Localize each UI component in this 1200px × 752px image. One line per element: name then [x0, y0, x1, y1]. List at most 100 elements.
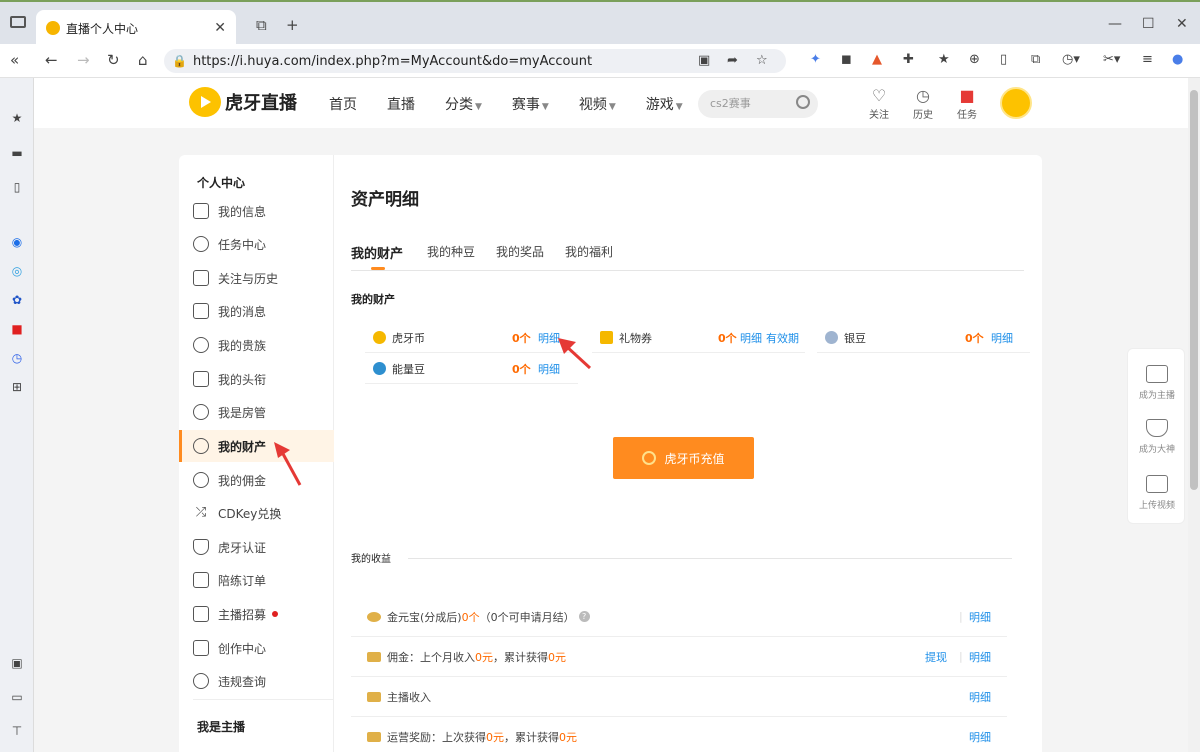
nav-item-video[interactable]: 视频 ▼ [579, 94, 616, 114]
sidebar-folder-icon[interactable]: ▬ [10, 146, 24, 160]
asset-expiry-link[interactable]: 有效期 [766, 330, 799, 346]
menu-item-commission[interactable]: 我的佣金 [179, 464, 334, 496]
tab-close-icon[interactable]: ✕ [214, 20, 226, 36]
menu-item-cdkey[interactable]: ⤮ CDKey兑换 [179, 497, 334, 529]
history-button[interactable]: ◷ 历史 [908, 86, 938, 121]
sidebar-favorites-icon[interactable]: ★ [10, 111, 24, 125]
extensions-icon[interactable]: ✚ [903, 52, 914, 67]
menu-item-coach-orders[interactable]: 陪练订单 [179, 564, 334, 596]
menu-item-noble[interactable]: 我的贵族 [179, 329, 334, 361]
tab-my-benefits[interactable]: 我的福利 [565, 243, 613, 260]
page-scrollbar[interactable] [1188, 78, 1200, 752]
home-icon[interactable]: ⌂ [138, 51, 148, 69]
nav-item-games[interactable]: 游戏 ▼ [646, 94, 683, 114]
menu-item-recruit[interactable]: 主播招募 [179, 598, 334, 630]
url-field[interactable]: 🔒 https://i.huya.com/index.php?m=MyAccou… [164, 49, 786, 73]
menu-item-tasks[interactable]: 任务中心 [179, 228, 334, 260]
menu-item-follow-history[interactable]: 关注与历史 [179, 262, 334, 294]
asset-detail-link[interactable]: 明细 [991, 330, 1013, 346]
menu-item-verification[interactable]: 虎牙认证 [179, 531, 334, 563]
browser-tab[interactable]: 直播个人中心 ✕ [36, 10, 236, 46]
huya-logo[interactable]: 虎牙直播 [189, 87, 297, 117]
maximize-icon[interactable]: ☐ [1142, 16, 1155, 32]
asset-energy-bean: 能量豆 0个 明细 [365, 354, 578, 384]
user-profile-icon[interactable]: ● [1172, 52, 1183, 67]
withdraw-link[interactable]: 提现 [925, 649, 947, 665]
money-icon [367, 731, 381, 742]
search-input[interactable]: cs2赛事 [698, 90, 818, 118]
become-master-button[interactable]: 成为大神 [1128, 419, 1186, 455]
scrollbar-thumb[interactable] [1190, 90, 1198, 490]
income-detail-link[interactable]: 明细 [969, 649, 991, 665]
income-detail-link[interactable]: 明细 [969, 729, 991, 745]
edit-icon [193, 640, 209, 656]
menu-item-titles[interactable]: 我的头衔 [179, 363, 334, 395]
menu-icon[interactable]: ≡ [1142, 52, 1153, 67]
gift-icon: ■ [959, 86, 975, 105]
ai-extension-icon[interactable]: ✦ [810, 52, 821, 67]
tab-my-assets[interactable]: 我的财产 [351, 243, 403, 262]
mobile-icon[interactable]: ▯ [1000, 52, 1007, 67]
minimize-icon[interactable]: — [1108, 16, 1122, 32]
sidebar-clock-app-icon[interactable]: ◷ [10, 351, 24, 365]
tab-my-prizes[interactable]: 我的奖品 [496, 243, 544, 260]
reader-icon[interactable]: ▣ [698, 53, 710, 68]
badge-icon [193, 371, 209, 387]
sidebar-app-4-icon[interactable]: ■ [10, 322, 24, 336]
copy-icon[interactable]: ⧉ [1031, 52, 1040, 67]
income-detail-link[interactable]: 明细 [969, 689, 991, 705]
task-button[interactable]: ■ 任务 [952, 86, 982, 121]
menu-item-my-assets[interactable]: 我的财产 [179, 430, 334, 462]
window-icon[interactable] [10, 16, 26, 28]
screenshot-icon[interactable]: ✂▾ [1103, 52, 1120, 67]
collapse-sidebar-icon[interactable]: « [10, 51, 19, 69]
menu-item-room-admin[interactable]: 我是房管 [179, 396, 334, 428]
reload-icon[interactable]: ↻ [107, 51, 120, 69]
menu-item-violations[interactable]: 违规查询 [179, 665, 334, 697]
active-tab-indicator [371, 267, 385, 270]
share-icon[interactable]: ➦ [727, 53, 738, 68]
asset-detail-link[interactable]: 明细 [740, 330, 762, 346]
nav-item-home[interactable]: 首页 [329, 94, 357, 114]
extension-2-icon[interactable]: ▲ [872, 52, 882, 67]
extension-1-icon[interactable]: ◼ [841, 52, 852, 67]
back-icon[interactable]: ← [45, 51, 58, 69]
sidebar-mobile-icon[interactable]: ▯ [10, 180, 24, 194]
sidebar-add-icon[interactable]: ⊞ [10, 380, 24, 394]
sidebar-pin-icon[interactable]: ⊤ [10, 724, 24, 738]
menu-item-my-info[interactable]: 我的信息 [179, 195, 334, 227]
upload-video-button[interactable]: 上传视频 [1128, 475, 1186, 511]
gold-ingot-icon [367, 611, 381, 622]
menu-item-messages[interactable]: 我的消息 [179, 295, 334, 327]
tab-group-icon[interactable]: ⧉ [256, 16, 267, 34]
nav-item-live[interactable]: 直播 [387, 94, 415, 114]
income-detail-link[interactable]: 明细 [969, 609, 991, 625]
asset-detail-link[interactable]: 明细 [538, 330, 560, 346]
menu-divider [193, 699, 333, 700]
become-streamer-button[interactable]: 成为主播 [1128, 365, 1186, 401]
asset-detail-link[interactable]: 明细 [538, 361, 560, 377]
download-icon[interactable]: ⊕ [969, 52, 980, 67]
sidebar-tool-1-icon[interactable]: ▣ [10, 656, 24, 670]
recharge-button[interactable]: 虎牙币充值 [613, 437, 754, 479]
bookmark-star-icon[interactable]: ☆ [756, 53, 768, 68]
sidebar-tool-2-icon[interactable]: ▭ [10, 690, 24, 704]
tab-my-seeds[interactable]: 我的种豆 [427, 243, 475, 260]
history-icon[interactable]: ◷▾ [1062, 52, 1080, 67]
menu-item-creation[interactable]: 创作中心 [179, 632, 334, 664]
nav-item-category[interactable]: 分类 ▼ [445, 94, 482, 114]
help-icon[interactable]: ? [578, 611, 590, 622]
follow-button[interactable]: ♡ 关注 [864, 86, 894, 121]
page-title: 资产明细 [351, 190, 419, 210]
sidebar-search-app-icon[interactable]: ◉ [10, 235, 24, 249]
income-section-title: 我的收益 [351, 554, 391, 565]
avatar[interactable] [1000, 87, 1032, 119]
sidebar-baidu-icon[interactable]: ✿ [10, 293, 24, 307]
favorites-icon[interactable]: ★ [938, 52, 950, 67]
new-tab-icon[interactable]: + [286, 16, 299, 34]
nav-item-events[interactable]: 赛事 ▼ [512, 94, 549, 114]
search-icon[interactable] [796, 95, 810, 109]
window-close-icon[interactable]: ✕ [1176, 16, 1188, 32]
sidebar-app-2-icon[interactable]: ◎ [10, 264, 24, 278]
forward-icon[interactable]: → [77, 51, 90, 69]
